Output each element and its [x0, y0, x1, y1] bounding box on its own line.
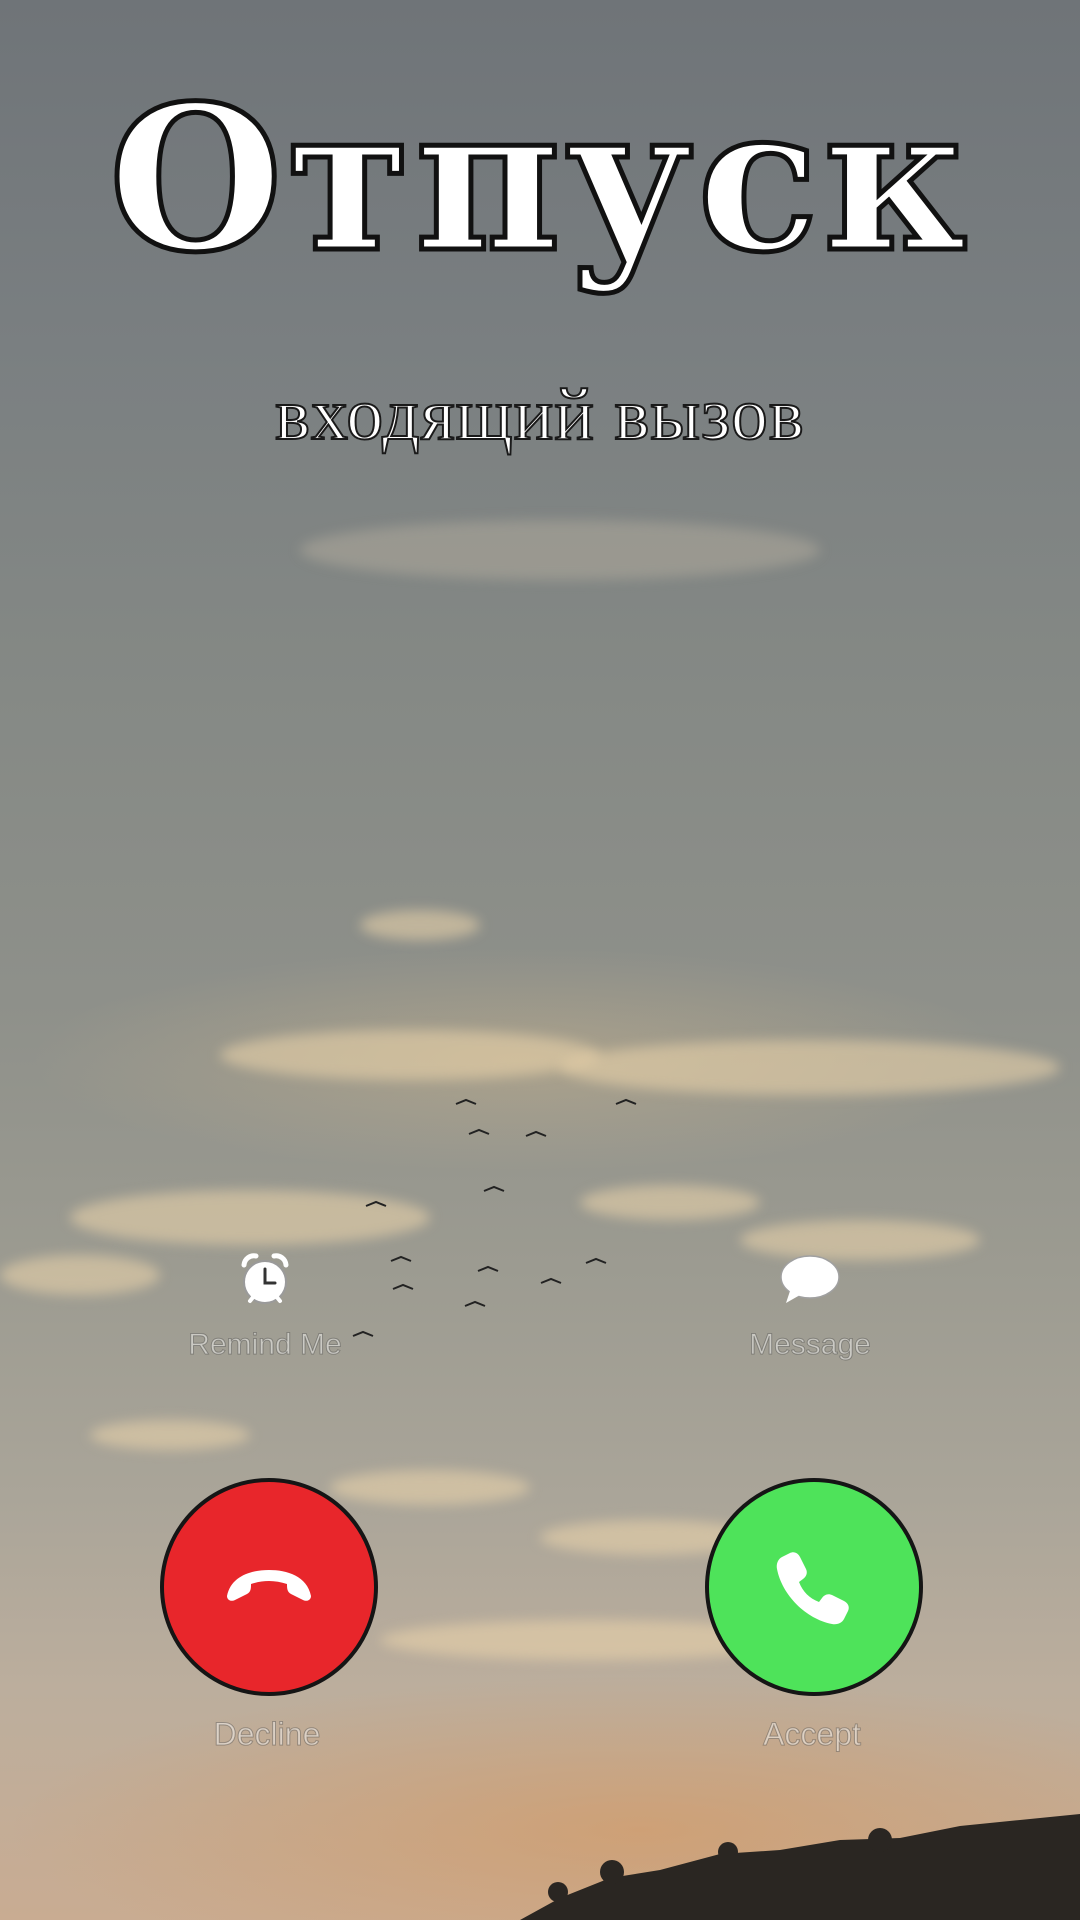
bird: [525, 1130, 547, 1137]
message-label: Message: [749, 1328, 872, 1362]
cloud: [330, 1470, 530, 1505]
incoming-call-screen: Отпуск входящий вызов Remind Me Message: [0, 0, 1080, 1920]
decline-label: Decline: [213, 1716, 321, 1753]
caller-name: Отпуск: [106, 62, 972, 297]
bird: [468, 1128, 490, 1135]
message-button[interactable]: Message: [680, 1250, 940, 1362]
alarm-clock-icon: [241, 1253, 289, 1304]
bird: [392, 1283, 414, 1290]
bird: [455, 1098, 477, 1105]
hill-silhouette: [520, 1814, 1080, 1920]
cloud: [220, 1030, 600, 1080]
remind-me-label: Remind Me: [188, 1328, 342, 1362]
phone-hangup-icon: [227, 1570, 311, 1601]
call-status: входящий вызов: [274, 374, 805, 456]
cloud: [360, 910, 480, 940]
decline-button[interactable]: [160, 1478, 378, 1696]
remind-me-button[interactable]: Remind Me: [135, 1250, 395, 1362]
bird: [464, 1300, 486, 1307]
bird: [477, 1265, 499, 1272]
accept-button[interactable]: [705, 1478, 923, 1696]
bird: [540, 1277, 562, 1284]
bird: [365, 1200, 387, 1207]
bird: [615, 1098, 637, 1105]
cloud: [560, 1040, 1060, 1095]
bird: [585, 1257, 607, 1264]
phone-icon: [776, 1552, 849, 1625]
speech-bubble-icon: [780, 1255, 840, 1303]
accept-label: Accept: [763, 1716, 862, 1753]
cloud: [300, 520, 820, 580]
cloud: [580, 1185, 760, 1220]
bird: [483, 1185, 505, 1192]
cloud: [70, 1190, 430, 1245]
cloud: [90, 1420, 250, 1450]
